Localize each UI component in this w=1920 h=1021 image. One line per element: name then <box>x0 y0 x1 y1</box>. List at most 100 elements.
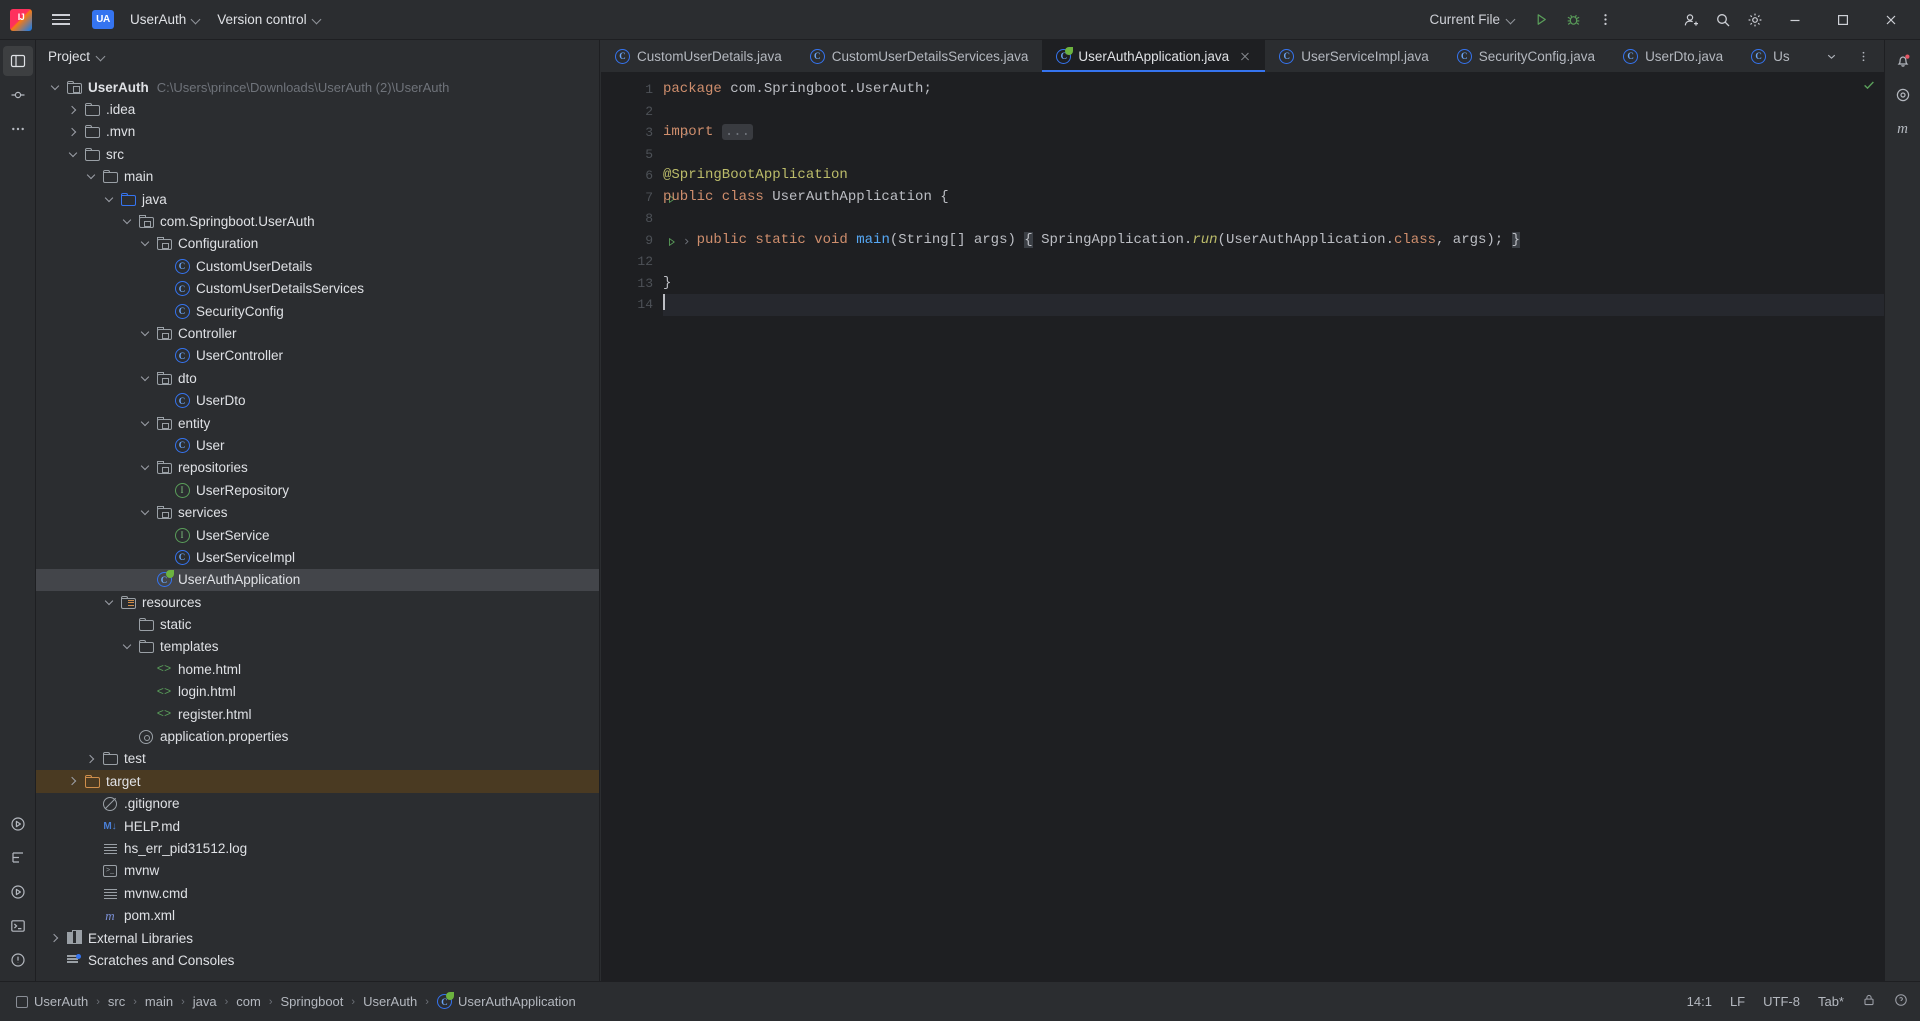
tree-twisty-open-icon[interactable] <box>136 322 154 344</box>
tree-twisty-open-icon[interactable] <box>100 188 118 210</box>
help-icon[interactable] <box>1894 993 1908 1010</box>
settings-gear-icon[interactable] <box>1740 5 1770 35</box>
editor-tab-securityconfig[interactable]: CSecurityConfig.java <box>1443 40 1609 72</box>
gutter-line-number[interactable]: 13 <box>601 273 661 295</box>
tree-node-resources[interactable]: resources <box>36 591 599 613</box>
tree-node-pom-xml[interactable]: mpom.xml <box>36 904 599 926</box>
breadcrumb-item-springboot[interactable]: Springboot <box>277 992 348 1011</box>
tree-node-register-html[interactable]: <>register.html <box>36 703 599 725</box>
tree-twisty-open-icon[interactable] <box>136 367 154 389</box>
maximize-button[interactable] <box>1820 0 1866 40</box>
tree-node-gitignore[interactable]: .gitignore <box>36 793 599 815</box>
tree-twisty-closed-icon[interactable] <box>64 770 82 792</box>
project-panel-header[interactable]: Project <box>36 40 599 72</box>
tree-node-src[interactable]: src <box>36 143 599 165</box>
indent-widget[interactable]: Tab* <box>1818 994 1844 1009</box>
gutter-line-number[interactable]: 14 <box>601 294 661 316</box>
tree-node-usercontroller[interactable]: CUserController <box>36 345 599 367</box>
tree-twisty-closed-icon[interactable] <box>82 748 100 770</box>
code-line[interactable]: public static void main(String[] args) {… <box>663 230 1884 252</box>
breadcrumb-item-src[interactable]: src <box>104 992 129 1011</box>
tree-node-entity[interactable]: entity <box>36 412 599 434</box>
code-line[interactable] <box>663 144 1884 166</box>
breadcrumb-item-java[interactable]: java <box>189 992 221 1011</box>
code-line[interactable]: public class UserAuthApplication { <box>663 187 1884 209</box>
tree-node-dto[interactable]: dto <box>36 367 599 389</box>
tree-node-userrepository[interactable]: IUserRepository <box>36 479 599 501</box>
tree-node-userserviceimpl[interactable]: CUserServiceImpl <box>36 546 599 568</box>
tree-node-idea[interactable]: .idea <box>36 98 599 120</box>
ai-assistant-icon[interactable] <box>1888 80 1918 110</box>
tree-node-securityconfig[interactable]: CSecurityConfig <box>36 300 599 322</box>
tree-twisty-closed-icon[interactable] <box>64 98 82 120</box>
notifications-bell-icon[interactable] <box>1888 46 1918 76</box>
breadcrumb-item-userauthapplication[interactable]: CUserAuthApplication <box>433 992 580 1011</box>
tree-node-main[interactable]: main <box>36 166 599 188</box>
gutter-line-number[interactable]: 8 <box>601 208 661 230</box>
main-menu-button[interactable] <box>46 7 76 33</box>
line-separator-widget[interactable]: LF <box>1730 994 1745 1009</box>
editor-tab-bar[interactable]: CCustomUserDetails.javaCCustomUserDetail… <box>601 40 1884 72</box>
tree-twisty-open-icon[interactable] <box>136 501 154 523</box>
version-control-widget[interactable]: Version control <box>209 8 329 31</box>
inspection-status-icon[interactable] <box>1862 78 1876 95</box>
editor-code-content[interactable]: package com.Springboot.UserAuth; import … <box>661 72 1884 981</box>
editor-tab-userauthapplication[interactable]: CUserAuthApplication.java <box>1042 40 1265 72</box>
tree-node-hs-err-pid31512-log[interactable]: hs_err_pid31512.log <box>36 837 599 859</box>
more-actions-button[interactable] <box>1590 5 1620 35</box>
account-icon[interactable] <box>1676 5 1706 35</box>
tree-twisty-open-icon[interactable] <box>82 166 100 188</box>
encoding-widget[interactable]: UTF-8 <box>1763 994 1800 1009</box>
tree-twisty-open-icon[interactable] <box>136 457 154 479</box>
gutter-line-number[interactable]: 5 <box>601 144 661 166</box>
caret-position-widget[interactable]: 14:1 <box>1687 994 1712 1009</box>
project-tree[interactable]: UserAuthC:\Users\prince\Downloads\UserAu… <box>36 72 599 981</box>
tree-twisty-open-icon[interactable] <box>118 636 136 658</box>
tree-node-templates[interactable]: templates <box>36 636 599 658</box>
gutter-line-number[interactable]: 2 <box>601 101 661 123</box>
gutter-line-number[interactable]: 12 <box>601 251 661 273</box>
tree-twisty-open-icon[interactable] <box>136 233 154 255</box>
structure-tool-window-icon[interactable] <box>3 843 33 873</box>
gutter-line-number[interactable]: 1 <box>601 79 661 101</box>
editor-tab-userserviceimpl[interactable]: CUserServiceImpl.java <box>1265 40 1443 72</box>
tree-twisty-closed-icon[interactable] <box>46 927 64 949</box>
code-line[interactable]: @SpringBootApplication <box>663 165 1884 187</box>
tree-node-userauth[interactable]: UserAuthC:\Users\prince\Downloads\UserAu… <box>36 76 599 98</box>
code-line[interactable]: } <box>663 273 1884 295</box>
code-line[interactable]: package com.Springboot.UserAuth; <box>663 79 1884 101</box>
editor-tab-userdto[interactable]: CUserDto.java <box>1609 40 1737 72</box>
run-tool-window-icon[interactable] <box>3 809 33 839</box>
tree-node-application-properties[interactable]: application.properties <box>36 725 599 747</box>
code-line[interactable] <box>663 101 1884 123</box>
tree-node-userauthapplication[interactable]: CUserAuthApplication <box>36 569 599 591</box>
tree-node-static[interactable]: static <box>36 613 599 635</box>
tree-node-target[interactable]: target <box>36 770 599 792</box>
tree-twisty-open-icon[interactable] <box>100 591 118 613</box>
commit-tool-window-icon[interactable] <box>3 80 33 110</box>
gutter-line-number[interactable]: 3 <box>601 122 661 144</box>
lock-icon[interactable] <box>1862 993 1876 1010</box>
tree-node-home-html[interactable]: <>home.html <box>36 658 599 680</box>
tree-twisty-open-icon[interactable] <box>64 143 82 165</box>
gutter-line-number[interactable]: 7 <box>601 187 661 209</box>
editor-gutter[interactable]: 12356789121314 <box>601 72 661 981</box>
tree-node-help-md[interactable]: M↓HELP.md <box>36 815 599 837</box>
tree-node-configuration[interactable]: Configuration <box>36 233 599 255</box>
tree-twisty-open-icon[interactable] <box>136 412 154 434</box>
services-tool-window-icon[interactable] <box>3 877 33 907</box>
run-configuration-selector[interactable]: Current File <box>1421 8 1524 31</box>
tree-node-scratches-and-consoles[interactable]: Scratches and Consoles <box>36 949 599 971</box>
tree-node-mvnw-cmd[interactable]: mvnw.cmd <box>36 882 599 904</box>
editor-tab-us[interactable]: CUs <box>1737 40 1804 72</box>
tree-node-customuserdetails[interactable]: CCustomUserDetails <box>36 255 599 277</box>
editor-tab-customuserdetails[interactable]: CCustomUserDetails.java <box>601 40 796 72</box>
tree-node-userservice[interactable]: IUserService <box>36 524 599 546</box>
gutter-line-number[interactable]: 9 <box>601 230 661 252</box>
project-widget[interactable]: UserAuth <box>122 8 209 31</box>
tree-twisty-open-icon[interactable] <box>118 210 136 232</box>
gutter-line-number[interactable]: 6 <box>601 165 661 187</box>
tree-node-mvn[interactable]: .mvn <box>36 121 599 143</box>
tree-twisty-closed-icon[interactable] <box>64 121 82 143</box>
run-button[interactable] <box>1526 5 1556 35</box>
